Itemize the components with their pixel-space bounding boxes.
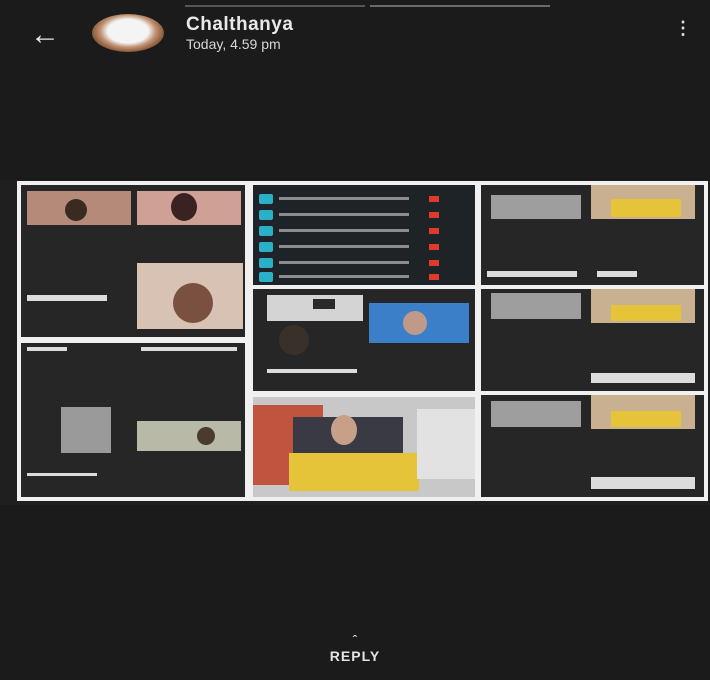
tile-label [141, 347, 237, 351]
tile-label [487, 271, 577, 277]
video-tile [481, 289, 704, 391]
list-item [259, 241, 459, 253]
contact-name[interactable]: Chalthanya [186, 14, 293, 36]
video-tile [21, 185, 245, 337]
participant-thumbnail [611, 199, 681, 217]
video-tile [481, 395, 704, 497]
tile-label [27, 347, 67, 351]
meeting-grid [21, 185, 704, 497]
progress-segment [370, 5, 550, 7]
participant-thumbnail [313, 299, 335, 309]
list-item [259, 257, 459, 269]
header: ← Chalthanya Today, 4.59 pm ⋮ [0, 0, 710, 180]
arrow-left-icon: ← [30, 18, 60, 51]
more-vertical-icon: ⋮ [674, 18, 692, 38]
status-viewer: ← Chalthanya Today, 4.59 pm ⋮ ˆ REPLY [0, 0, 710, 680]
reply-button[interactable]: REPLY [0, 648, 710, 664]
participant-thumbnail [417, 409, 475, 479]
tile-label [27, 295, 107, 301]
participant-thumbnail [611, 305, 681, 321]
tile-label [267, 369, 357, 373]
video-tile [253, 397, 475, 497]
participant-face [173, 283, 213, 323]
timestamp: Today, 4.59 pm [186, 36, 281, 52]
video-tile [21, 343, 245, 497]
participant-face [171, 193, 197, 221]
participant-face [65, 199, 87, 221]
participant-thumbnail [611, 411, 681, 427]
participant-thumbnail [491, 293, 581, 319]
participant-face [197, 427, 215, 445]
status-image[interactable] [17, 181, 708, 501]
participant-thumbnail [289, 453, 419, 491]
back-button[interactable]: ← [30, 20, 70, 50]
participant-thumbnail [491, 195, 581, 219]
participants-list [253, 185, 475, 285]
list-item [259, 209, 459, 221]
list-item [259, 271, 459, 283]
menu-button[interactable]: ⋮ [674, 18, 692, 39]
tile-label [597, 271, 637, 277]
tile-label [591, 373, 695, 383]
video-tile [253, 289, 475, 391]
participant-face [403, 311, 427, 335]
avatar[interactable] [92, 14, 164, 52]
participant-face [279, 325, 309, 355]
tile-label [27, 473, 97, 476]
participant-thumbnail [61, 407, 111, 453]
video-tile [481, 185, 704, 285]
list-item [259, 193, 459, 205]
progress-segment [185, 5, 365, 7]
list-item [259, 225, 459, 237]
participant-thumbnail [491, 401, 581, 427]
participant-thumbnail [137, 421, 241, 451]
chevron-up-icon: ˆ [352, 632, 358, 648]
tile-label [591, 477, 695, 489]
participant-face [331, 415, 357, 445]
